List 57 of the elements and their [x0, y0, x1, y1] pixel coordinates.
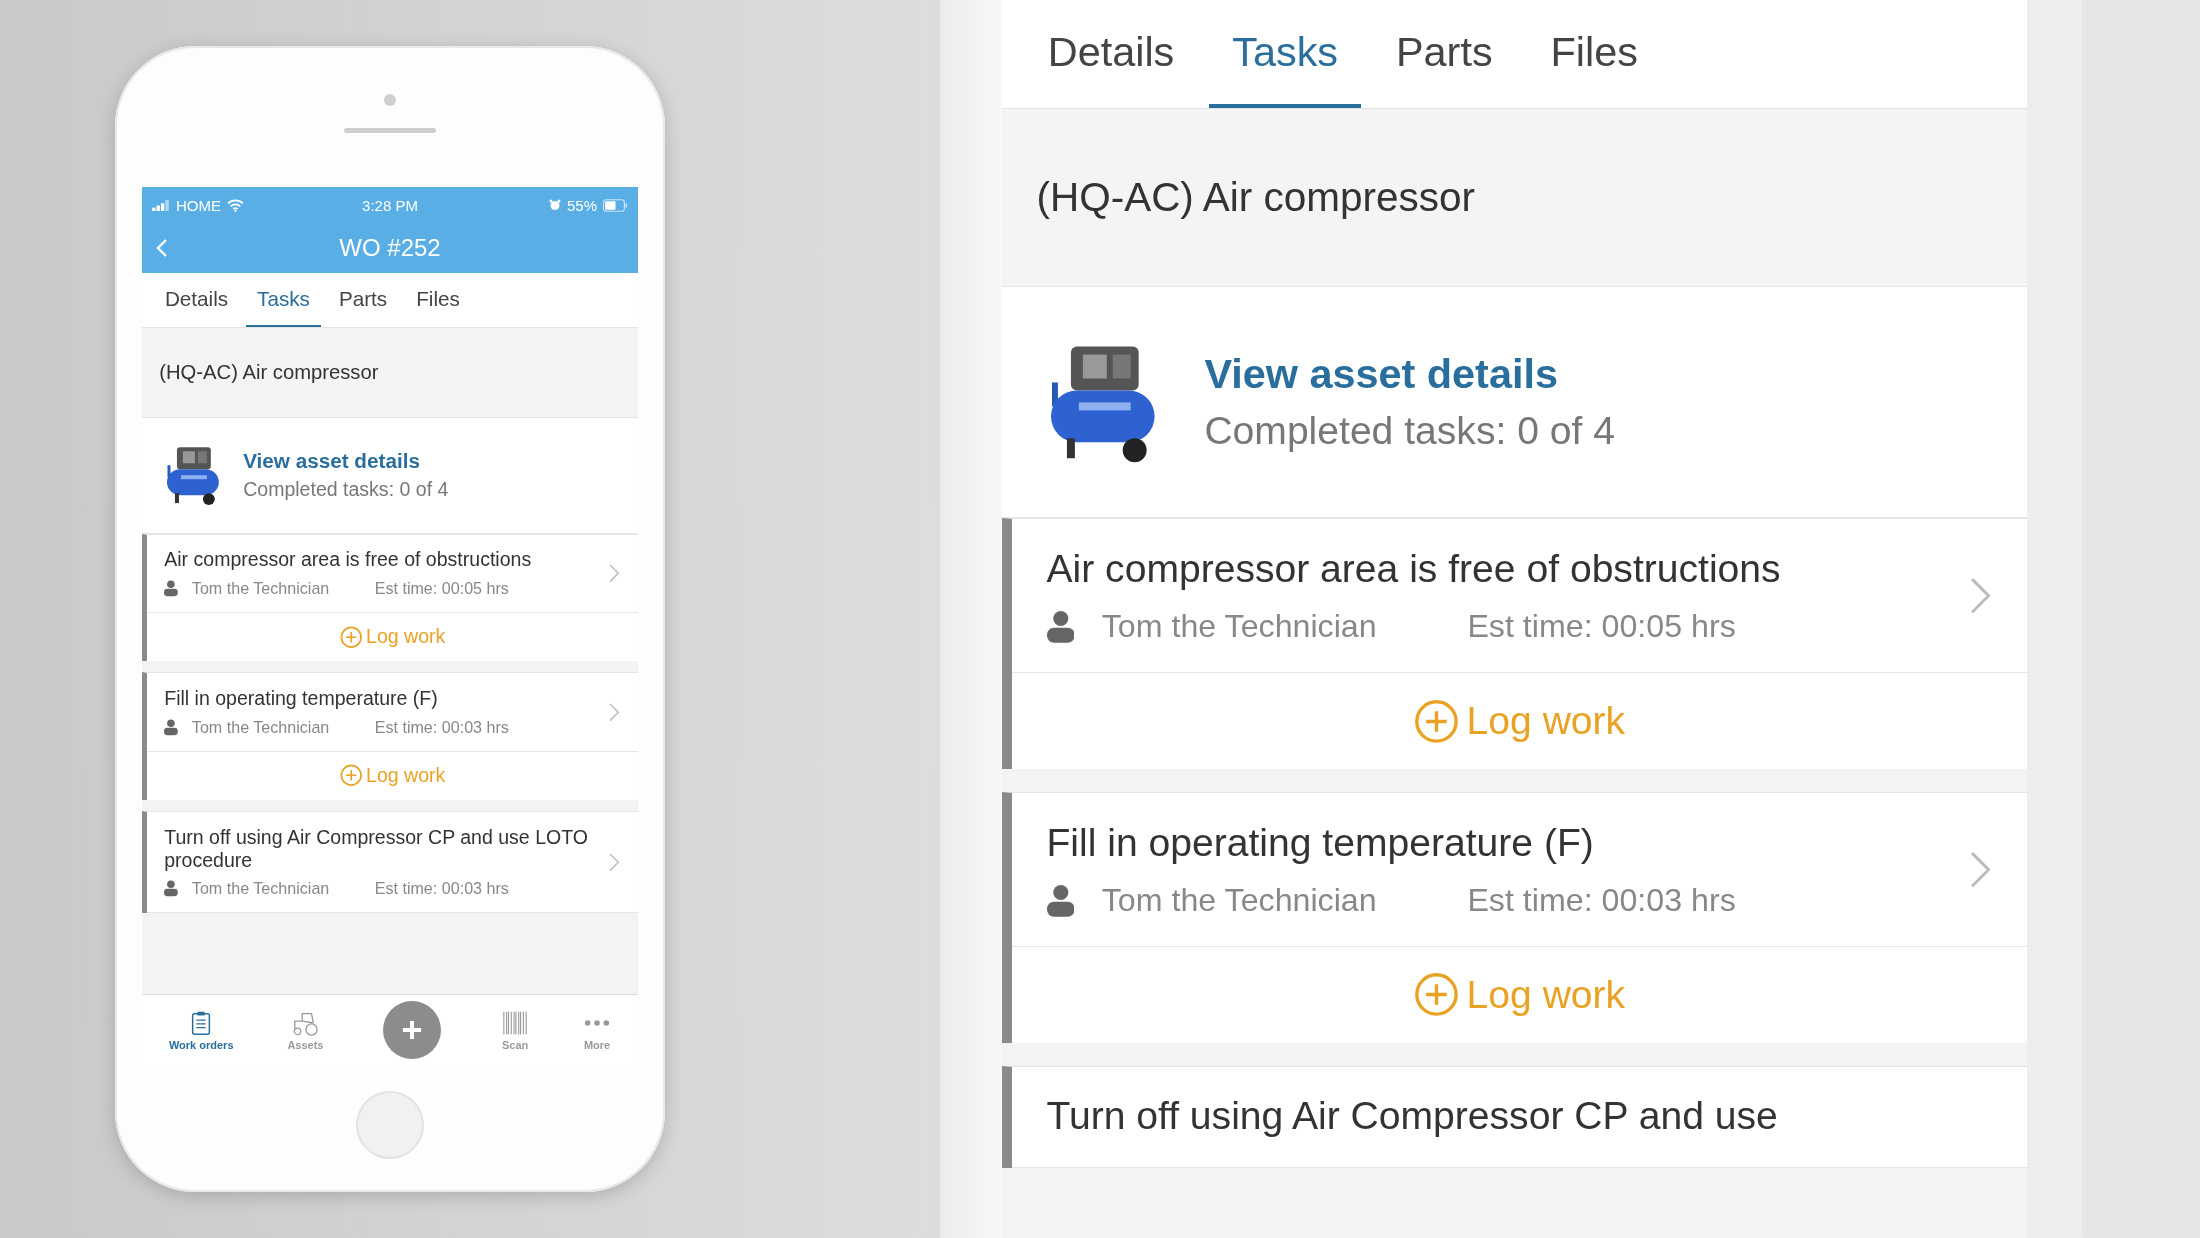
completed-tasks-text: Completed tasks: 0 of 4: [1204, 409, 1615, 454]
person-icon: [1046, 609, 1075, 643]
plus-circle-icon: [1413, 698, 1459, 744]
tab-bar-item[interactable]: Work orders: [168, 1009, 234, 1051]
tab[interactable]: Details: [153, 273, 240, 328]
tab[interactable]: Parts: [327, 273, 399, 328]
task-title: Air compressor area is free of obstructions: [164, 548, 533, 571]
est-time-text: Est time: 00:03 hrs: [374, 717, 509, 737]
person-icon: [164, 880, 179, 897]
wifi-icon: [227, 198, 244, 212]
task-title: Air compressor area is free of obstructions: [1046, 546, 1782, 592]
chevron-right-icon: [609, 851, 620, 873]
battery-icon: [603, 198, 628, 212]
plus-circle-icon: [339, 764, 363, 787]
more-icon: [583, 1019, 612, 1026]
asset-name: (HQ-AC) Air compressor: [159, 360, 379, 384]
task-item[interactable]: Fill in operating temperature (F) Tom the Technician Est time: 00:03 hrs: [1012, 792, 2027, 948]
alarm-icon: [548, 199, 561, 211]
carrier-text: HOME: [176, 196, 221, 214]
camera-dot: [384, 94, 396, 106]
plus-circle-icon: [1413, 972, 1459, 1018]
back-icon[interactable]: [156, 238, 168, 258]
clock-text: 3:28 PM: [362, 196, 418, 214]
person-icon: [164, 580, 179, 597]
assignee-text: Tom the Technician: [191, 717, 331, 737]
est-time-text: Est time: 00:05 hrs: [1467, 607, 1736, 645]
est-time-text: Est time: 00:05 hrs: [374, 578, 509, 598]
assignee-text: Tom the Technician: [191, 578, 331, 598]
person-icon: [1046, 883, 1075, 917]
task-item[interactable]: Air compressor area is free of obstructions Tom the Technician Est time: 00:05 hrs: [1012, 519, 2027, 674]
est-time-text: Est time: 00:03 hrs: [374, 879, 509, 899]
view-asset-link[interactable]: View asset details: [243, 448, 449, 473]
tab[interactable]: Details: [1025, 0, 1198, 109]
tab[interactable]: Files: [404, 273, 472, 328]
task-title: Turn off using Air Compressor CP and use: [1046, 1094, 1779, 1140]
completed-tasks-text: Completed tasks: 0 of 4: [243, 478, 449, 502]
task-title: Fill in operating temperature (F): [164, 687, 439, 710]
chevron-right-icon: [609, 562, 620, 584]
barcode-icon: [501, 1009, 530, 1036]
assignee-text: Tom the Technician: [191, 879, 331, 899]
battery-percent-text: 55%: [566, 196, 597, 214]
tab[interactable]: Parts: [1373, 0, 1516, 109]
assignee-text: Tom the Technician: [1101, 881, 1378, 919]
assignee-text: Tom the Technician: [1101, 607, 1378, 645]
task-item[interactable]: Air compressor area is free of obstructions Tom the Technician Est time: 00:05 hrs: [147, 534, 638, 613]
asset-name: (HQ-AC) Air compressor: [1036, 174, 1475, 222]
chevron-right-icon: [609, 701, 620, 723]
tab[interactable]: Files: [1527, 0, 1661, 109]
screen-title: WO #252: [339, 234, 441, 262]
view-asset-link[interactable]: View asset details: [1204, 350, 1615, 398]
task-title: Turn off using Air Compressor CP and use LOTO procedure: [164, 826, 589, 872]
task-item[interactable]: Fill in operating temperature (F) Tom the Technician Est time: 00:03 hrs: [147, 673, 638, 752]
task-title: Fill in operating temperature (F): [1046, 820, 1595, 866]
plus-circle-icon: [339, 625, 363, 649]
person-icon: [164, 719, 179, 736]
est-time-text: Est time: 00:03 hrs: [1467, 881, 1736, 919]
signal-icon: [152, 199, 170, 211]
